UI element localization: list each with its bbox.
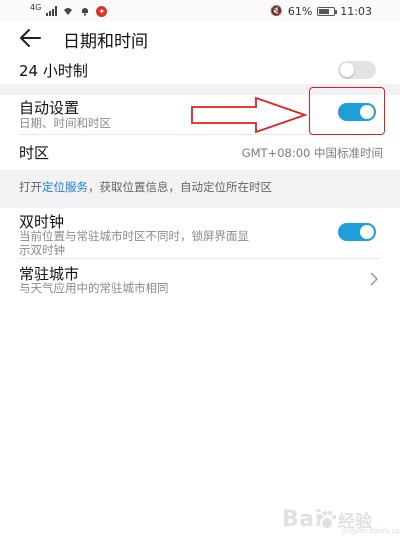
hour24-row[interactable]: 24 小时制 (0, 56, 400, 82)
app-badge-icon: ✦ (96, 5, 108, 17)
location-hint: 打开定位服务，获取位置信息，自动定位所在时区 (0, 170, 400, 208)
signal-icon (46, 6, 58, 16)
timezone-row[interactable]: 时区 GMT+08:00 中国标准时间 (0, 136, 400, 166)
dual-clock-toggle[interactable] (338, 223, 376, 241)
home-city-sublabel: 与天气应用中的常驻城市相同 (19, 281, 169, 295)
annotation-arrow-icon (191, 96, 308, 134)
network-type-label: 4G (30, 2, 42, 12)
timezone-label: 时区 (19, 144, 50, 162)
home-city-row[interactable]: 常驻城市 与天气应用中的常驻城市相同 (0, 260, 400, 298)
battery-percent: 61% (287, 4, 313, 18)
hint-suffix: ，获取位置信息，自动定位所在时区 (88, 180, 272, 194)
dual-clock-row[interactable]: 双时钟 当前位置与常驻城市时区不同时，锁屏界面显 示双时钟 (0, 210, 400, 258)
chevron-right-icon[interactable] (369, 272, 379, 286)
hint-prefix: 打开 (19, 180, 42, 194)
clock-time: 11:03 (340, 4, 372, 18)
annotation-highlight-box (309, 87, 385, 135)
watermark-url: jingyan.baidu.com (342, 527, 400, 535)
timezone-value: GMT+08:00 中国标准时间 (241, 146, 383, 160)
hour24-toggle[interactable] (338, 61, 376, 79)
page-title: 日期和时间 (63, 32, 148, 52)
arrow-left-icon[interactable] (18, 26, 44, 50)
battery-icon (317, 6, 338, 16)
bell-icon (82, 8, 89, 16)
hour24-label: 24 小时制 (19, 62, 88, 80)
baidu-jingyan-watermark: Bai 经验 jingyan.baidu.com (282, 505, 400, 539)
baidu-paw-icon (318, 510, 337, 528)
status-bar: 4G ✦ 🔇 61% 11:03 (0, 0, 400, 22)
divider (19, 258, 380, 259)
location-service-link[interactable]: 定位服务 (42, 180, 88, 194)
auto-set-sublabel: 日期、时间和时区 (19, 116, 111, 130)
status-left-icons: 4G ✦ (30, 2, 108, 18)
title-bar: 日期和时间 (0, 22, 400, 54)
mute-icon: 🔇 (270, 5, 283, 17)
wifi-icon (64, 8, 73, 15)
status-right-icons: 🔇 61% 11:03 (270, 4, 372, 18)
dual-clock-sublabel-line2: 示双时钟 (19, 243, 65, 257)
location-hint-text: 打开定位服务，获取位置信息，自动定位所在时区 (19, 179, 272, 195)
